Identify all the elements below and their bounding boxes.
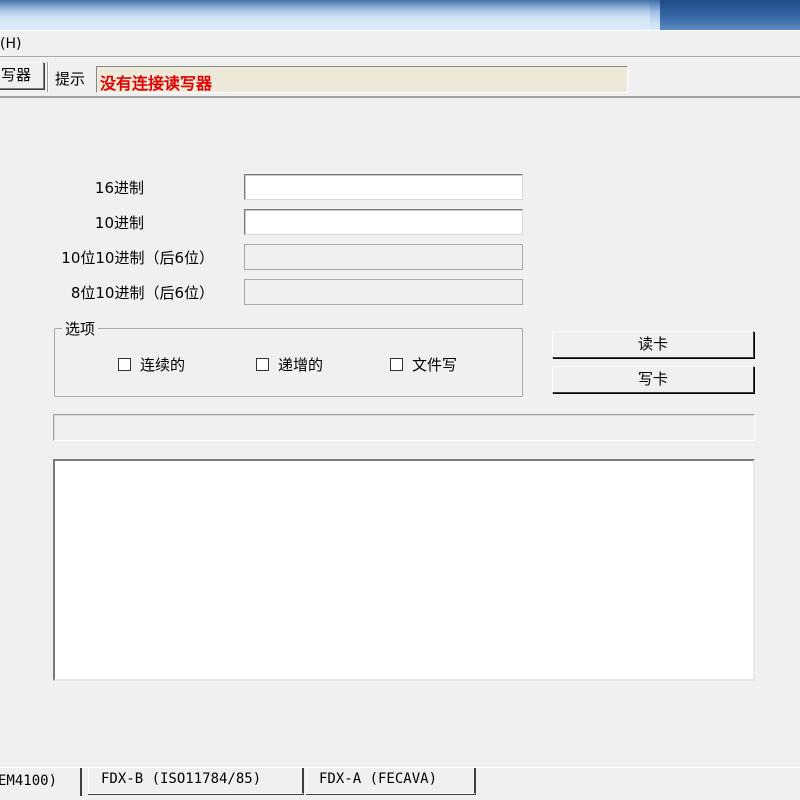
tab-fdx-b[interactable]: FDX-B (ISO11784/85) [88, 768, 304, 794]
decimal10-last6-input [244, 244, 523, 270]
window-title-bar [0, 0, 800, 30]
title-bar-highlight [0, 0, 650, 30]
increment-checkbox-label: 递增的 [278, 356, 324, 374]
toolbar-separator [47, 62, 49, 92]
decimal8-last6-label: 8位10进制（后6位） [70, 284, 214, 302]
decimal10-last6-label: 10位10进制（后6位） [61, 249, 214, 267]
hex-label: 16进制 [94, 179, 144, 197]
menu-item-help[interactable]: (H) [0, 36, 21, 52]
status-message: 没有连接读写器 [100, 74, 213, 93]
toolbar-reader-button[interactable]: 写器 [0, 62, 44, 89]
title-bar-right-area [660, 0, 800, 30]
progress-bar [53, 414, 755, 441]
tab-fdx-a[interactable]: FDX-A (FECAVA) [306, 768, 476, 794]
file-write-checkbox-label: 文件写 [412, 356, 458, 374]
status-message-box: 没有连接读写器 [96, 66, 628, 93]
log-textarea[interactable] [53, 459, 755, 681]
decimal-input[interactable] [244, 209, 523, 235]
options-group-title: 选项 [62, 318, 99, 339]
read-card-button[interactable]: 读卡 [552, 331, 754, 358]
continuous-checkbox[interactable]: 连续的 [118, 354, 185, 374]
menu-bar: (H) [0, 30, 800, 57]
file-write-checkbox[interactable]: 文件写 [390, 354, 457, 374]
write-card-button[interactable]: 写卡 [552, 366, 754, 393]
checkbox-box-icon[interactable] [256, 358, 269, 371]
decimal8-last6-input [244, 279, 523, 305]
hex-input[interactable] [244, 174, 523, 200]
checkbox-box-icon[interactable] [118, 358, 131, 371]
hint-label: 提示 [55, 70, 86, 88]
continuous-checkbox-label: 连续的 [140, 356, 186, 374]
decimal-label: 10进制 [94, 214, 144, 232]
checkbox-box-icon[interactable] [390, 358, 403, 371]
increment-checkbox[interactable]: 递增的 [256, 354, 323, 374]
tab-em4100[interactable]: EM4100) [0, 768, 82, 796]
